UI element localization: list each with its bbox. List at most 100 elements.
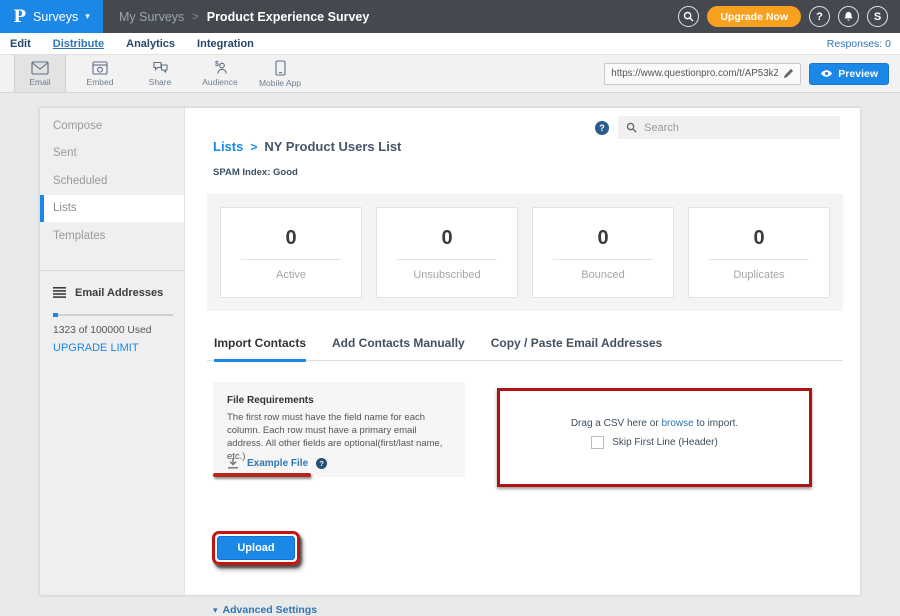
sidebar-item-sent[interactable]: Sent (40, 140, 184, 168)
tab-import-contacts[interactable]: Import Contacts (214, 336, 306, 362)
stat-value: 0 (689, 227, 829, 250)
download-icon (227, 457, 239, 469)
email-usage-progressbar (53, 314, 173, 316)
stat-divider (709, 259, 810, 260)
sidebar-item-compose[interactable]: Compose (40, 112, 184, 140)
topbar-actions: Upgrade Now ? S (678, 6, 888, 27)
user-avatar[interactable]: S (867, 6, 888, 27)
contact-search-box[interactable] (618, 116, 840, 139)
breadcrumb-survey-title: Product Experience Survey (207, 10, 370, 24)
stat-label: Bounced (533, 269, 673, 281)
stat-divider (241, 259, 342, 260)
spam-index-label: SPAM Index: (213, 167, 270, 178)
toolbar-tile-email[interactable]: Email (14, 55, 66, 92)
file-requirements-title: File Requirements (227, 395, 451, 406)
advanced-settings-toggle[interactable]: ▾ Advanced Settings (213, 604, 317, 616)
tab-integration[interactable]: Integration (197, 38, 254, 50)
contacts-tabs: Import Contacts Add Contacts Manually Co… (207, 336, 843, 361)
toolbar-tile-mobile-app[interactable]: Mobile App (254, 55, 306, 92)
tab-analytics[interactable]: Analytics (126, 38, 175, 50)
surveys-product-menu[interactable]: P Surveys ▾ (0, 0, 103, 33)
dropzone-import-text: to import. (696, 418, 738, 429)
bell-icon (843, 11, 854, 22)
search-icon (683, 11, 694, 22)
stat-card-active[interactable]: 0 Active (220, 207, 362, 298)
browse-link[interactable]: browse (661, 418, 693, 429)
upgrade-limit-link[interactable]: UPGRADE LIMIT (53, 342, 171, 354)
skip-first-line-checkbox[interactable] (591, 436, 604, 449)
list-stats: 0 Active 0 Unsubscribed 0 Bounced 0 Dupl… (207, 194, 843, 311)
survey-url-field[interactable]: https://www.questionpro.com/t/AP53kZgfo (604, 63, 801, 85)
help-badge-icon[interactable]: ? (595, 121, 609, 135)
search-input[interactable] (644, 122, 832, 134)
distribute-toolbar: Email Embed Share $ Audience Mobile App … (0, 54, 900, 93)
caret-down-icon: ▾ (213, 605, 218, 616)
spam-index-value: Good (273, 167, 298, 178)
audience-icon: $ (211, 60, 229, 75)
example-file-help-icon[interactable]: ? (316, 458, 327, 469)
toolbar-tile-label: Mobile App (259, 78, 301, 88)
breadcrumb-lists-link[interactable]: Lists (213, 139, 243, 154)
survey-subnav: Edit Distribute Analytics Integration Re… (0, 33, 900, 54)
email-sidebar-menu: Compose Sent Scheduled Lists Templates (40, 108, 184, 250)
survey-url-text: https://www.questionpro.com/t/AP53kZgfo (611, 68, 778, 79)
annotation-red-box-upload: Upload (212, 531, 300, 565)
toolbar-tile-audience[interactable]: $ Audience (194, 55, 246, 92)
toolbar-tile-label: Email (29, 77, 50, 87)
stat-value: 0 (221, 227, 361, 250)
upgrade-now-button[interactable]: Upgrade Now (707, 6, 801, 27)
stat-card-bounced[interactable]: 0 Bounced (532, 207, 674, 298)
stat-label: Active (221, 269, 361, 281)
tab-distribute[interactable]: Distribute (53, 38, 104, 50)
spam-index: SPAM Index: Good (213, 167, 298, 178)
advanced-settings-label: Advanced Settings (223, 604, 318, 616)
stat-value: 0 (533, 227, 673, 250)
breadcrumb-separator-icon: > (250, 140, 257, 154)
tab-edit[interactable]: Edit (10, 38, 31, 50)
email-sidebar: Compose Sent Scheduled Lists Templates E… (40, 108, 185, 595)
tab-add-contacts-manually[interactable]: Add Contacts Manually (332, 336, 465, 362)
survey-link-group: https://www.questionpro.com/t/AP53kZgfo … (604, 63, 900, 85)
stat-card-unsubscribed[interactable]: 0 Unsubscribed (376, 207, 518, 298)
mobile-app-icon (275, 60, 286, 76)
surveys-menu-label: Surveys (33, 10, 78, 24)
search-icon (626, 122, 637, 133)
topbar-breadcrumb: My Surveys > Product Experience Survey (119, 10, 369, 24)
lists-content: ? Lists > NY Product Users List SPAM Ind… (185, 108, 860, 595)
tab-copy-paste-email-addresses[interactable]: Copy / Paste Email Addresses (491, 336, 663, 362)
preview-button[interactable]: Preview (809, 63, 889, 85)
toolbar-tile-share[interactable]: Share (134, 55, 186, 92)
csv-dropzone[interactable]: Drag a CSV here or browse to import. Ski… (497, 388, 812, 487)
email-icon (31, 61, 49, 75)
toolbar-tile-embed[interactable]: Embed (74, 55, 126, 92)
sidebar-item-scheduled[interactable]: Scheduled (40, 167, 184, 195)
example-file-row[interactable]: Example File ? (227, 457, 327, 469)
toolbar-tile-label: Embed (87, 77, 114, 87)
stat-divider (397, 259, 498, 260)
questionpro-logo: P (13, 7, 26, 27)
file-requirements-body: The first row must have the field name f… (227, 411, 451, 463)
stat-label: Duplicates (689, 269, 829, 281)
example-file-link[interactable]: Example File (247, 458, 308, 469)
edit-pencil-icon (783, 68, 794, 79)
help-button[interactable]: ? (809, 6, 830, 27)
global-search-button[interactable] (678, 6, 699, 27)
toolbar-tile-label: Audience (202, 77, 237, 87)
breadcrumb-list-name: NY Product Users List (264, 139, 401, 154)
skip-first-line-row: Skip First Line (Header) (591, 436, 718, 449)
sidebar-item-templates[interactable]: Templates (40, 222, 184, 250)
list-breadcrumb: Lists > NY Product Users List (213, 139, 401, 154)
email-usage-text: 1323 of 100000 Used (53, 325, 171, 336)
upload-button[interactable]: Upload (217, 536, 295, 560)
stat-value: 0 (377, 227, 517, 250)
breadcrumb-my-surveys[interactable]: My Surveys (119, 10, 184, 24)
sidebar-item-lists[interactable]: Lists (40, 195, 184, 223)
notifications-button[interactable] (838, 6, 859, 27)
toolbar-tile-label: Share (149, 77, 172, 87)
stat-card-duplicates[interactable]: 0 Duplicates (688, 207, 830, 298)
responses-count[interactable]: Responses: 0 (827, 38, 891, 50)
share-icon (152, 61, 169, 75)
email-addresses-block: Email Addresses 1323 of 100000 Used UPGR… (40, 271, 184, 354)
stat-label: Unsubscribed (377, 269, 517, 281)
email-usage-progress-fill (53, 313, 58, 317)
